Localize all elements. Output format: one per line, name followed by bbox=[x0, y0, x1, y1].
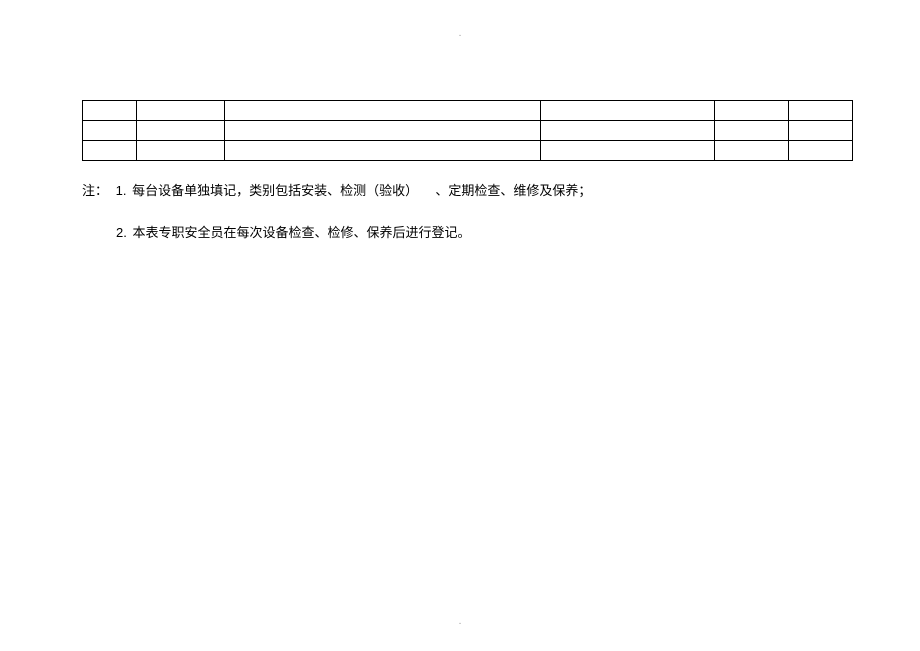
table-cell bbox=[225, 101, 541, 121]
table-cell bbox=[137, 101, 225, 121]
note-item-1: 注： 1. 每台设备单独填记，类别包括安装、检测（验收） 、定期检查、维修及保养… bbox=[82, 181, 852, 201]
table-cell bbox=[225, 141, 541, 161]
table-cell bbox=[789, 121, 853, 141]
table-cell bbox=[715, 121, 789, 141]
page-marker-top: . bbox=[459, 28, 462, 39]
note-text: 本表专职安全员在每次设备检查、检修、保养后进行登记。 bbox=[132, 225, 470, 240]
table-cell bbox=[137, 121, 225, 141]
table-cell bbox=[83, 101, 137, 121]
table-cell bbox=[541, 121, 715, 141]
table-cell bbox=[83, 141, 137, 161]
table-cell bbox=[789, 101, 853, 121]
table-cell bbox=[789, 141, 853, 161]
table-cell bbox=[715, 101, 789, 121]
notes-section: 注： 1. 每台设备单独填记，类别包括安装、检测（验收） 、定期检查、维修及保养… bbox=[82, 181, 852, 242]
note-number: 1. bbox=[116, 181, 127, 201]
note-item-2: 2. 本表专职安全员在每次设备检查、检修、保养后进行登记。 bbox=[112, 223, 852, 243]
table-cell bbox=[137, 141, 225, 161]
table-row bbox=[83, 141, 853, 161]
table-row bbox=[83, 101, 853, 121]
equipment-table bbox=[82, 100, 853, 161]
table-cell bbox=[715, 141, 789, 161]
page-marker-bottom: . bbox=[459, 616, 462, 627]
table-cell bbox=[83, 121, 137, 141]
note-number: 2. bbox=[116, 223, 127, 243]
note-prefix: 注： bbox=[82, 181, 108, 201]
note-text: 每台设备单独填记，类别包括安装、检测（验收） bbox=[132, 183, 418, 198]
note-text: 、定期检查、维修及保养； bbox=[435, 183, 591, 198]
table-cell bbox=[225, 121, 541, 141]
table-cell bbox=[541, 101, 715, 121]
table-row bbox=[83, 121, 853, 141]
table-cell bbox=[541, 141, 715, 161]
document-content: 注： 1. 每台设备单独填记，类别包括安装、检测（验收） 、定期检查、维修及保养… bbox=[82, 100, 852, 264]
